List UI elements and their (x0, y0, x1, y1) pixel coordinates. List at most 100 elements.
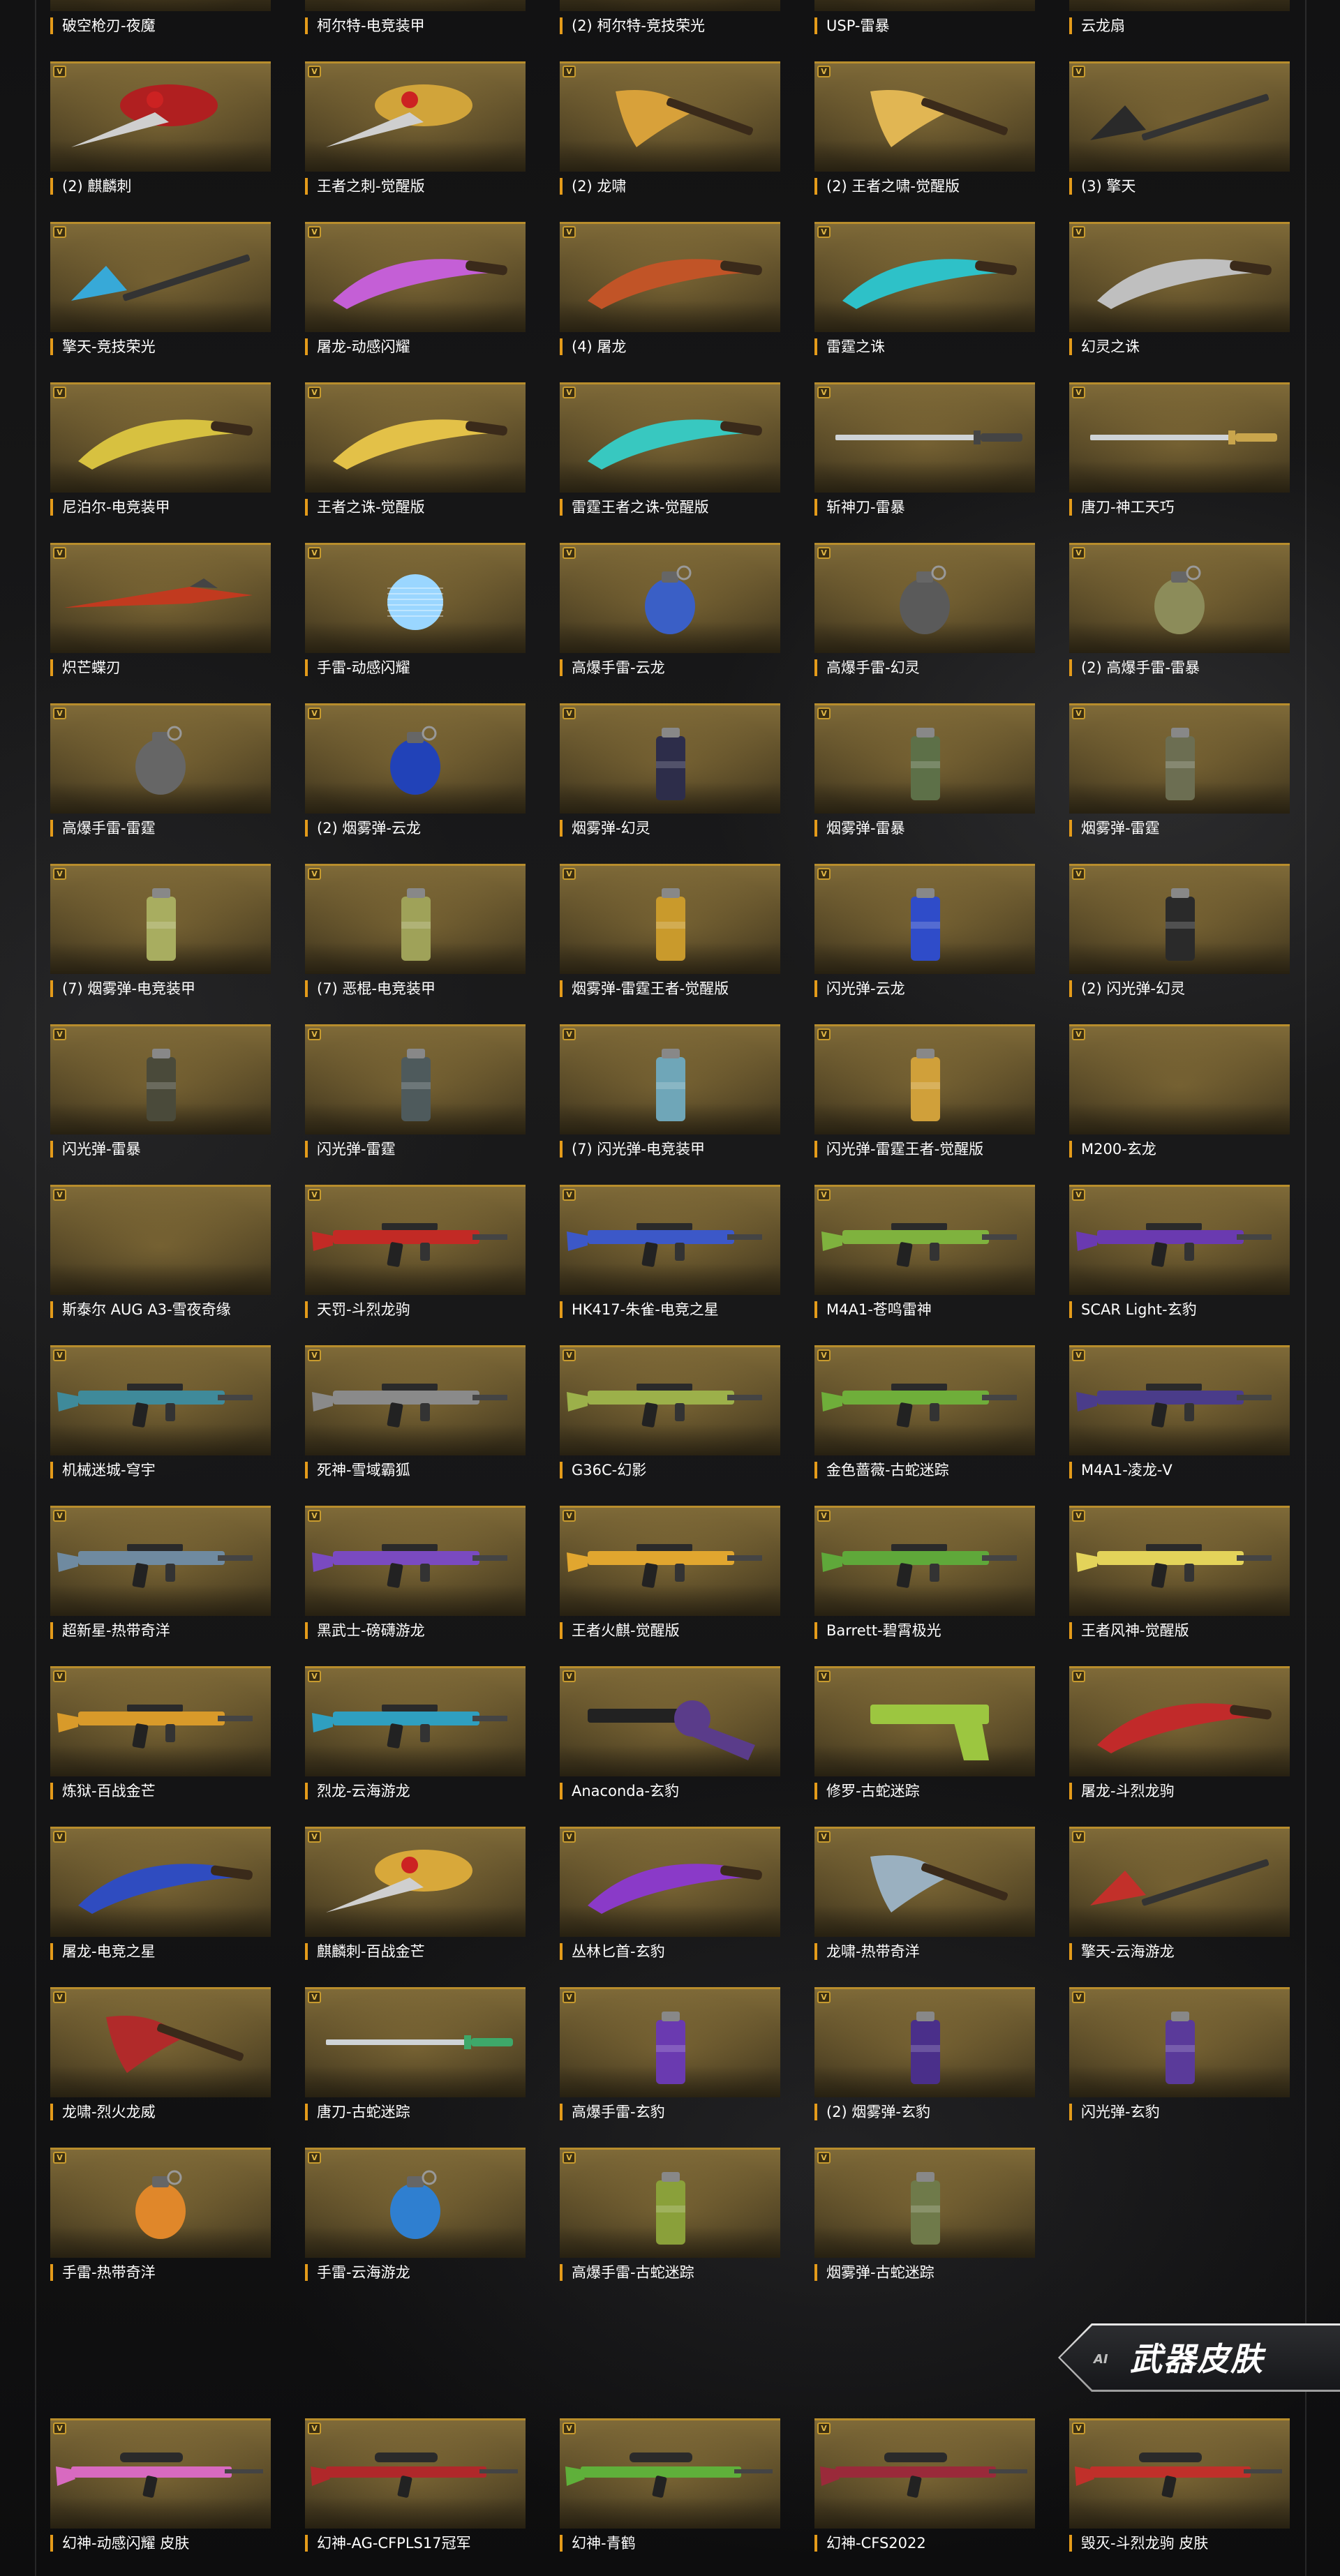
weapon-item-card[interactable]: V 烟雾弹-雷霆 (1069, 703, 1290, 837)
weapon-item-card[interactable]: V 龙啸-烈火龙威 (50, 1987, 271, 2120)
weapon-item-card[interactable]: V 斯泰尔 AUG A3-雪夜奇缘 (50, 1185, 271, 1318)
weapon-item-card[interactable]: V M4A1-苍鸣雷神 (814, 1185, 1038, 1318)
weapon-item-card[interactable]: V 黑武士-磅礴游龙 (305, 1506, 526, 1639)
weapon-item-card[interactable]: V 高爆手雷-雷霆 (50, 703, 271, 837)
weapon-item-card[interactable]: V 王者之诛-觉醒版 (305, 382, 526, 516)
weapon-item-card[interactable]: V 手雷-热带奇洋 (50, 2148, 271, 2281)
item-image: V (560, 703, 780, 814)
weapon-item-card[interactable]: V 炼狱-百战金芒 (50, 1666, 271, 1799)
weapon-item-card[interactable]: V 炽芒蝶刃 (50, 543, 271, 676)
weapon-item-card[interactable]: V (7) 闪光弹-电竞装甲 (560, 1024, 780, 1158)
weapon-item-card[interactable]: V 闪光弹-雷霆王者-觉醒版 (814, 1024, 1035, 1158)
weapon-item-card[interactable]: V 烟雾弹-古蛇迷踪 (814, 2148, 1035, 2281)
item-name: 幻神-动感闪耀 皮肤 (50, 2535, 274, 2552)
weapon-item-card[interactable]: V G36C-幻影 (560, 1345, 780, 1478)
weapon-item-card[interactable]: V 手雷-动感闪耀 (305, 543, 526, 676)
weapon-item-card[interactable]: V 闪光弹-雷暴 (50, 1024, 271, 1158)
item-image: V (814, 864, 1035, 974)
weapon-item-card[interactable]: V 柯尔特-电竞装甲 (305, 0, 526, 34)
rank-badge-icon: V (817, 1028, 831, 1040)
rank-badge-icon: V (308, 1028, 321, 1040)
weapon-item-card[interactable]: V 闪光弹-雷霆 (305, 1024, 526, 1158)
weapon-item-card[interactable]: V 死神-雪域霸狐 (305, 1345, 526, 1478)
rank-badge-icon: V (53, 66, 66, 77)
weapon-item-card[interactable]: V (2) 闪光弹-幻灵 (1069, 864, 1290, 997)
item-image: V (50, 382, 271, 493)
weapon-item-card[interactable]: V 手雷-云海游龙 (305, 2148, 526, 2281)
weapon-item-card[interactable]: V 屠龙-电竞之星 (50, 1827, 271, 1960)
rank-badge-icon: V (563, 1510, 576, 1522)
weapon-item-card[interactable]: V 王者火麒-觉醒版 (560, 1506, 780, 1639)
weapon-item-card[interactable]: V 麒麟刺-百战金芒 (305, 1827, 526, 1960)
weapon-item-card[interactable]: V M200-玄龙 (1069, 1024, 1290, 1158)
weapon-item-card[interactable]: V (2) 麒麟刺 (50, 61, 271, 195)
weapon-item-card[interactable]: V 雷霆王者之诛-觉醒版 (560, 382, 780, 516)
weapon-item-card[interactable]: V (2) 高爆手雷-雷暴 (1069, 543, 1290, 676)
rank-badge-icon: V (53, 868, 66, 880)
rank-badge-icon: V (1072, 1349, 1085, 1361)
item-name: M4A1-苍鸣雷神 (814, 1301, 1038, 1318)
weapon-item-card[interactable]: V (2) 王者之啸-觉醒版 (814, 61, 1035, 195)
weapon-item-card[interactable]: V 天罚-斗烈龙驹 (305, 1185, 526, 1318)
weapon-item-card[interactable]: V 屠龙-动感闪耀 (305, 222, 526, 355)
weapon-item-card[interactable]: V (2) 龙啸 (560, 61, 780, 195)
weapon-skin-card[interactable]: V 幻神-动感闪耀 皮肤 (50, 2418, 274, 2552)
weapon-art-icon (387, 574, 443, 630)
section-banner-mark: AI (1094, 2352, 1108, 2367)
weapon-item-card[interactable]: V 烟雾弹-雷霆王者-觉醒版 (560, 864, 780, 997)
weapon-item-card[interactable]: V 超新星-热带奇洋 (50, 1506, 271, 1639)
item-image: V (560, 1987, 780, 2097)
weapon-item-card[interactable]: V (3) 擎天 (1069, 61, 1290, 195)
weapon-item-card[interactable]: V 龙啸-热带奇洋 (814, 1827, 1035, 1960)
weapon-item-card[interactable]: V (7) 烟雾弹-电竞装甲 (50, 864, 274, 997)
weapon-item-card[interactable]: V (2) 烟雾弹-云龙 (305, 703, 526, 837)
weapon-skin-card[interactable]: V 毁灭-斗烈龙驹 皮肤 (1069, 2418, 1290, 2552)
weapon-item-card[interactable]: V 唐刀-神工天巧 (1069, 382, 1290, 516)
item-image: V (50, 1666, 271, 1776)
weapon-item-card[interactable]: V 擎天-竞技荣光 (50, 222, 271, 355)
weapon-item-card[interactable]: V 高爆手雷-玄豹 (560, 1987, 780, 2120)
weapon-item-card[interactable]: V Anaconda-玄豹 (560, 1666, 780, 1799)
weapon-item-card[interactable]: V 机械迷城-穹宇 (50, 1345, 271, 1478)
weapon-item-card[interactable]: V 擎天-云海游龙 (1069, 1827, 1290, 1960)
weapon-item-card[interactable]: V (2) 烟雾弹-玄豹 (814, 1987, 1035, 2120)
weapon-item-card[interactable]: V 王者之刺-觉醒版 (305, 61, 526, 195)
weapon-item-card[interactable]: V 金色蔷薇-古蛇迷踪 (814, 1345, 1035, 1478)
weapon-item-card[interactable]: V 高爆手雷-古蛇迷踪 (560, 2148, 780, 2281)
weapon-item-card[interactable]: V 烟雾弹-雷暴 (814, 703, 1035, 837)
weapon-item-card[interactable]: V 高爆手雷-云龙 (560, 543, 780, 676)
item-name: (7) 烟雾弹-电竞装甲 (50, 980, 274, 997)
weapon-skin-card[interactable]: V 幻神-AG-CFPLS17冠军 (305, 2418, 526, 2552)
weapon-item-card[interactable]: V SCAR Light-玄豹 (1069, 1185, 1290, 1318)
weapon-item-card[interactable]: V 修罗-古蛇迷踪 (814, 1666, 1035, 1799)
weapon-item-card[interactable]: V 斩神刀-雷暴 (814, 382, 1035, 516)
weapon-art-icon (311, 2453, 518, 2498)
weapon-art-icon (588, 419, 762, 470)
weapon-item-card[interactable]: V 烈龙-云海游龙 (305, 1666, 526, 1799)
weapon-skin-card[interactable]: V 幻神-CFS2022 (814, 2418, 1035, 2552)
weapon-item-card[interactable]: V 幻灵之诛 (1069, 222, 1290, 355)
weapon-item-card[interactable]: V Barrett-碧霄极光 (814, 1506, 1035, 1639)
weapon-item-card[interactable]: V (4) 屠龙 (560, 222, 780, 355)
weapon-item-card[interactable]: V (2) 柯尔特-竞技荣光 (560, 0, 780, 34)
weapon-art-icon (326, 1850, 472, 1912)
weapon-item-card[interactable]: V 丛林匕首-玄豹 (560, 1827, 780, 1960)
weapon-item-card[interactable]: V (7) 恶棍-电竞装甲 (305, 864, 526, 997)
weapon-item-card[interactable]: V USP-雷暴 (814, 0, 1035, 34)
weapon-item-card[interactable]: V 闪光弹-玄豹 (1069, 1987, 1290, 2120)
weapon-item-card[interactable]: V 闪光弹-云龙 (814, 864, 1035, 997)
rank-badge-icon: V (308, 1349, 321, 1361)
weapon-item-card[interactable]: V 唐刀-古蛇迷踪 (305, 1987, 526, 2120)
weapon-item-card[interactable]: V M4A1-凌龙-V (1069, 1345, 1290, 1478)
weapon-item-card[interactable]: V 屠龙-斗烈龙驹 (1069, 1666, 1290, 1799)
rank-badge-icon: V (53, 387, 66, 398)
weapon-item-card[interactable]: V 尼泊尔-电竞装甲 (50, 382, 271, 516)
weapon-item-card[interactable]: V 云龙扇 (1069, 0, 1290, 34)
weapon-item-card[interactable]: V 高爆手雷-幻灵 (814, 543, 1035, 676)
weapon-item-card[interactable]: V 雷霆之诛 (814, 222, 1035, 355)
weapon-item-card[interactable]: V 烟雾弹-幻灵 (560, 703, 780, 837)
weapon-item-card[interactable]: V 破空枪刃-夜魔 (50, 0, 271, 34)
weapon-skin-card[interactable]: V 幻神-青鹤 (560, 2418, 780, 2552)
weapon-item-card[interactable]: V 王者风神-觉醒版 (1069, 1506, 1290, 1639)
weapon-item-card[interactable]: V HK417-朱雀-电竞之星 (560, 1185, 780, 1318)
